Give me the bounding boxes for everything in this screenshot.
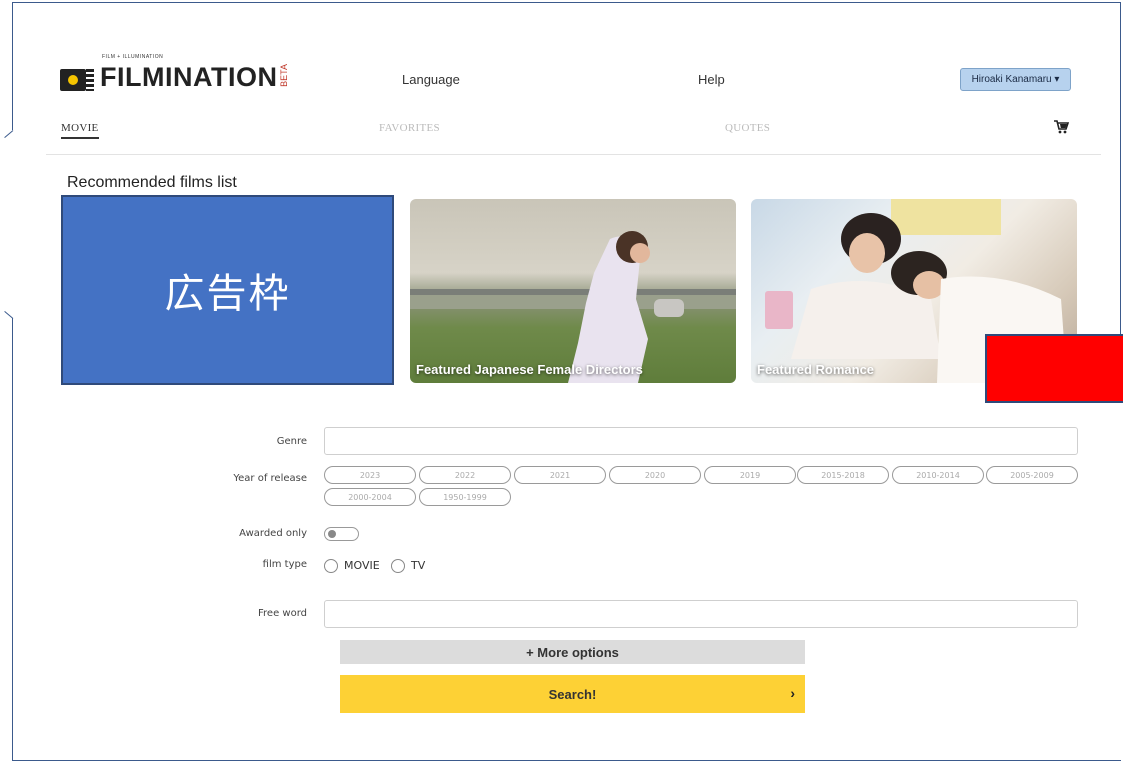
cart-icon[interactable] [1054,120,1070,138]
language-menu[interactable]: Language [402,72,460,87]
film-type-tv-label: TV [411,559,426,572]
help-link[interactable]: Help [698,72,725,87]
genre-input[interactable] [324,427,1078,455]
tab-favorites[interactable]: FAVORITES [379,122,440,134]
genre-label: Genre [276,436,307,447]
free-word-input[interactable] [324,600,1078,628]
year-label: Year of release [233,473,307,484]
frame-right [1120,2,1121,334]
card-label: Featured Romance [757,362,875,377]
highlight-overlay [985,334,1123,403]
film-type-movie-label: MOVIE [344,559,380,572]
film-type-radio-tv[interactable] [391,559,405,573]
year-chip[interactable]: 2015-2018 [797,466,889,484]
card-photo-directors [410,231,736,383]
brand-name: FILMINATION [100,62,278,92]
ad-slot[interactable]: 広告枠 [61,195,394,385]
ad-slot-label: 広告枠 [164,271,291,317]
featured-card-female-directors[interactable]: Featured Japanese Female Directors [410,199,736,383]
year-chip[interactable]: 1950-1999 [419,488,511,506]
brand-logo[interactable]: FILM + ILLUMINATION FILMINATION BETA [60,54,289,93]
year-chip[interactable]: 2022 [419,466,511,484]
year-chip[interactable]: 2020 [609,466,701,484]
year-chip[interactable]: 2000-2004 [324,488,416,506]
awarded-toggle[interactable] [324,527,359,541]
tab-movie[interactable]: MOVIE [61,122,99,139]
search-button[interactable]: Search! › [340,675,805,713]
card-label: Featured Japanese Female Directors [416,362,643,377]
awarded-label: Awarded only [239,528,307,539]
search-label: Search! [548,686,597,702]
frame-notch-upper [4,130,14,138]
frame-top [12,2,1121,3]
more-options-button[interactable]: + More options [340,640,805,664]
year-chip[interactable]: 2005-2009 [986,466,1078,484]
chevron-right-icon: › [790,685,795,701]
recommended-title: Recommended films list [67,174,237,191]
brand-tagline: FILM + ILLUMINATION [102,54,164,60]
frame-bottom [12,760,1121,761]
frame-left-lower [12,318,13,761]
logo-mark-icon [60,63,94,93]
year-chip[interactable]: 2023 [324,466,416,484]
frame-left-upper [12,2,13,130]
film-type-radio-movie[interactable] [324,559,338,573]
year-chip[interactable]: 2010-2014 [892,466,984,484]
header-divider [46,154,1101,155]
tab-quotes[interactable]: QUOTES [725,122,770,134]
user-menu-button[interactable]: Hiroaki Kanamaru ▾ [960,68,1071,91]
film-type-label: film type [262,559,307,570]
year-chip[interactable]: 2019 [704,466,796,484]
free-word-label: Free word [258,608,307,619]
frame-notch-lower [4,311,14,319]
beta-badge: BETA [279,64,290,87]
more-options-label: + More options [526,644,619,660]
year-chip[interactable]: 2021 [514,466,606,484]
